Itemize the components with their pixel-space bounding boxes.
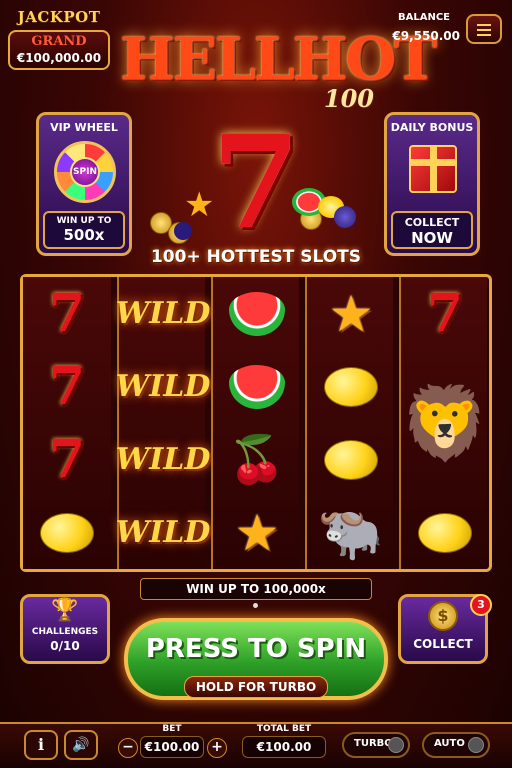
challenges-button[interactable]: 🏆 CHALLENGES 0/10 <box>20 594 110 664</box>
reel-cell: 7 <box>23 277 111 350</box>
reel-column: 🍒 ★ <box>211 277 299 569</box>
watermelon-icon <box>229 364 285 409</box>
jackpot-amount: €100,000.00 <box>16 51 102 65</box>
menu-icon-bar <box>477 29 491 31</box>
page-indicator-dot <box>253 603 258 608</box>
vip-wheel-win-value: 500x <box>63 226 105 244</box>
info-button[interactable]: i <box>24 730 58 760</box>
auto-label: AUTO <box>434 738 465 749</box>
wild-symbol: WILD <box>115 442 211 477</box>
lemon-icon <box>418 512 472 553</box>
reel-cell <box>401 496 489 569</box>
total-bet-value: €100.00 <box>242 736 326 758</box>
vip-wheel-panel[interactable]: VIP WHEEL SPIN WIN UP TO 500x <box>36 112 132 256</box>
gift-box-icon <box>409 145 457 193</box>
reel-column: 7 7 7 <box>23 277 111 569</box>
balance-display: BALANCE €9,550.00 <box>370 12 460 43</box>
win-banner: WIN UP TO 100,000x <box>140 578 372 600</box>
seven-icon: 7 <box>48 356 86 417</box>
total-bet-label: TOTAL BET <box>256 724 312 734</box>
jackpot-tier: GRAND <box>31 34 87 49</box>
reel-cell <box>307 423 395 496</box>
balance-label: BALANCE <box>397 12 450 23</box>
auto-toggle[interactable]: AUTO <box>422 732 490 758</box>
logo-main-text: HELLHOT <box>120 25 437 93</box>
reel-cell: 7 <box>23 350 111 423</box>
reel-cell: WILD <box>116 277 211 350</box>
reel-cell <box>307 350 395 423</box>
seven-icon: 7 <box>48 283 86 344</box>
daily-bonus-cta-top: COLLECT <box>404 216 460 229</box>
lemon-icon <box>324 439 378 480</box>
challenges-label: CHALLENGES <box>31 627 99 637</box>
hero-seven-symbol: 7 <box>211 108 301 258</box>
reel-cell: ★ <box>213 496 301 569</box>
reel-cell <box>213 350 301 423</box>
reel-cell: 7 <box>23 423 111 496</box>
vip-wheel-win-label: WIN UP TO <box>56 216 112 226</box>
logo-sub-text: 100 <box>323 84 374 113</box>
grapes-icon <box>334 206 356 228</box>
buffalo-icon: 🐃 <box>317 500 385 564</box>
lion-icon: 🦁 <box>400 380 490 465</box>
auto-knob[interactable] <box>468 737 484 753</box>
daily-bonus-cta-bottom: NOW <box>411 229 453 247</box>
menu-icon-bar <box>477 34 491 36</box>
reel-column: WILD WILD WILD WILD <box>116 277 211 569</box>
cherry-icon: 🍒 <box>228 432 286 486</box>
bet-decrease-button[interactable]: − <box>118 738 138 758</box>
bet-group: BET €100.00 <box>140 724 204 758</box>
reel-cell: WILD <box>116 350 211 423</box>
reel-cell: 🍒 <box>213 423 301 496</box>
sound-icon[interactable]: 🔊 <box>64 730 98 760</box>
seven-icon: 7 <box>48 429 86 490</box>
lemon-icon <box>324 366 378 407</box>
wild-symbol: WILD <box>115 515 211 550</box>
bet-increase-button[interactable]: + <box>207 738 227 758</box>
watermelon-icon <box>229 291 285 336</box>
collect-label: COLLECT <box>413 637 473 651</box>
trophy-icon: 🏆 <box>51 598 79 623</box>
hottest-slots-subtitle: 100+ HOTTEST SLOTS <box>150 247 362 267</box>
hold-for-turbo-label: HOLD FOR TURBO <box>184 676 328 698</box>
reel-cell: WILD <box>116 496 211 569</box>
seven-icon: 7 <box>426 283 464 344</box>
star-icon: ★ <box>328 284 374 343</box>
wheel-spin-hub[interactable]: SPIN <box>70 157 100 187</box>
daily-bonus-collect-button[interactable]: COLLECT NOW <box>391 211 473 249</box>
game-logo: HELLHOT 100 <box>120 25 437 116</box>
jackpot-title: JACKPOT <box>17 8 101 26</box>
daily-bonus-title: DAILY BONUS <box>390 121 474 134</box>
challenges-progress: 0/10 <box>50 639 80 653</box>
vip-wheel-title: VIP WHEEL <box>50 121 118 134</box>
vip-wheel-win-box: WIN UP TO 500x <box>43 211 125 249</box>
lemon-icon <box>40 512 94 553</box>
reel-cell <box>213 277 301 350</box>
reel-column: ★ 🐃 <box>305 277 393 569</box>
turbo-toggle[interactable]: TURBO <box>342 732 410 758</box>
total-bet-group: TOTAL BET €100.00 <box>242 724 326 758</box>
jackpot-box: GRAND €100,000.00 <box>8 30 110 70</box>
reel-cell <box>23 496 111 569</box>
jackpot-panel: JACKPOT GRAND €100,000.00 <box>8 8 110 70</box>
wild-symbol: WILD <box>115 296 211 331</box>
reel-column: 7 🦁 <box>399 277 490 569</box>
reel-cell: ★ <box>307 277 395 350</box>
reel-cell: 7 <box>401 277 489 350</box>
menu-button[interactable] <box>466 14 502 44</box>
coin-icon: $ <box>428 601 458 631</box>
spin-button-label: PRESS TO SPIN <box>145 634 367 664</box>
wild-symbol: WILD <box>115 369 211 404</box>
turbo-knob[interactable] <box>388 737 404 753</box>
collect-count-badge: 3 <box>470 594 492 616</box>
star-icon: ★ <box>234 503 280 562</box>
balance-value: €9,550.00 <box>392 29 460 43</box>
bet-value: €100.00 <box>140 736 204 758</box>
menu-icon <box>477 24 491 26</box>
bet-label: BET <box>162 724 182 734</box>
reel-cell: WILD <box>116 423 211 496</box>
reel-grid: 7 7 7 WILD WILD WILD WILD 🍒 ★ ★ 🐃 7 🦁 <box>20 274 492 572</box>
daily-bonus-panel[interactable]: DAILY BONUS COLLECT NOW <box>384 112 480 256</box>
turbo-label: TURBO <box>354 738 393 749</box>
